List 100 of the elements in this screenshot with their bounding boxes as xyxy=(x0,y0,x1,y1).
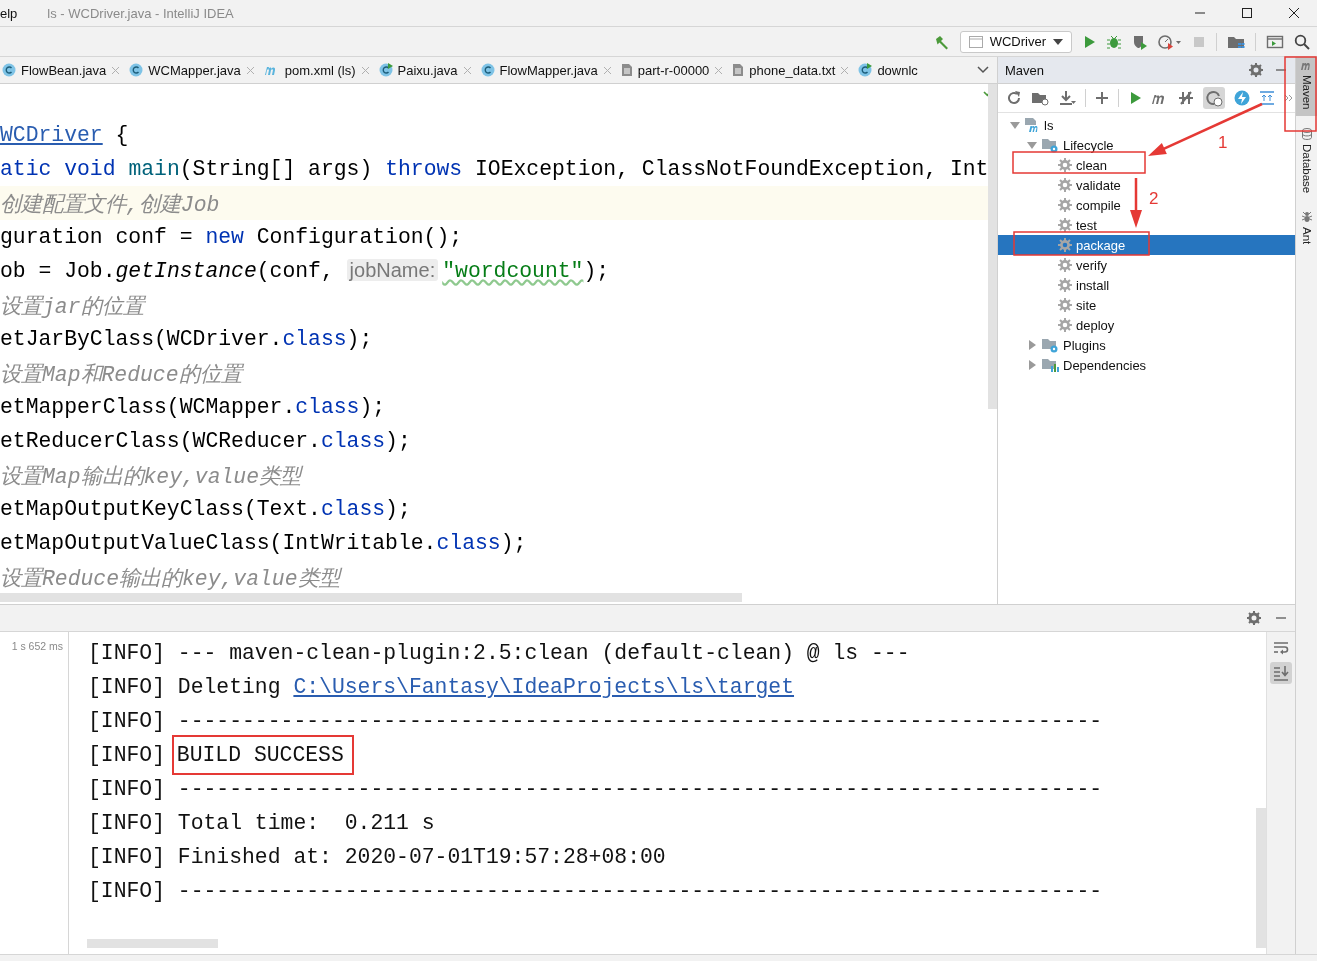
maximize-icon[interactable] xyxy=(1240,7,1253,19)
console-line: [INFO] --- maven-clean-plugin:2.5:clean (default-clean) @ ls --- xyxy=(88,640,910,667)
search-icon[interactable] xyxy=(1294,33,1310,50)
code-line: ob = Job.getInstance(conf, jobName: "wordcount"); xyxy=(0,259,610,283)
window-icon xyxy=(968,35,983,48)
code-line: 设置Map输出的key,value类型 xyxy=(0,463,302,490)
code-line: etJarByClass(WCDriver.class); xyxy=(0,327,373,351)
class-run-icon xyxy=(858,63,873,77)
code-editor[interactable] xyxy=(0,84,997,604)
soft-wrap-icon[interactable] xyxy=(1273,640,1289,656)
scrollbar-thumb[interactable] xyxy=(87,939,218,948)
tree-item[interactable]: ls xyxy=(998,115,1058,135)
code-line: etMapOutputKeyClass(Text.class); xyxy=(0,497,411,521)
scrollbar-thumb[interactable] xyxy=(988,84,997,409)
settings-icon[interactable] xyxy=(1247,611,1261,625)
folder-gear-icon xyxy=(1041,137,1059,153)
window-run-icon[interactable] xyxy=(1266,33,1284,50)
run-icon[interactable] xyxy=(1128,91,1142,105)
editor-tab[interactable]: downlc xyxy=(856,57,925,83)
parameter-hint: jobName: xyxy=(346,259,439,281)
tool-window-tab[interactable]: Database xyxy=(1296,123,1317,199)
refresh-icon[interactable] xyxy=(1006,90,1022,106)
editor-tab[interactable]: FlowBean.java xyxy=(0,57,128,83)
code-line: 设置jar的位置 xyxy=(0,293,144,320)
text-file-icon xyxy=(732,63,745,77)
tree-item[interactable]: package xyxy=(998,235,1295,255)
maven-module-icon xyxy=(1024,117,1040,133)
console-line: [INFO] BUILD SUCCESS xyxy=(88,738,354,772)
text-file-icon xyxy=(620,63,633,77)
editor-tab[interactable]: pom.xml (ls) xyxy=(261,57,377,83)
chevron-right-icon[interactable] xyxy=(1284,93,1294,103)
tree-item[interactable]: compile xyxy=(998,195,1125,215)
gear-icon xyxy=(1058,178,1072,192)
settings-icon[interactable] xyxy=(1249,63,1263,77)
elapsed-time: 1 s 652 ms xyxy=(11,640,64,652)
scroll-to-end-icon[interactable] xyxy=(1270,662,1292,684)
class-icon xyxy=(480,63,495,77)
lightning-icon[interactable] xyxy=(1234,90,1250,106)
editor-tab[interactable]: part-r-00000 xyxy=(618,57,731,83)
menu-item[interactable]: elp xyxy=(0,5,18,21)
offline-mode-icon[interactable] xyxy=(1203,87,1225,109)
code-line: WCDriver { xyxy=(0,123,129,147)
chevron-down-icon[interactable] xyxy=(977,66,989,74)
tree-item[interactable]: test xyxy=(998,215,1101,235)
code-line: etMapOutputValueClass(IntWritable.class); xyxy=(0,531,527,555)
tree-item[interactable]: Plugins xyxy=(998,335,1110,355)
code-line: guration conf = new Configuration(); xyxy=(0,225,463,249)
caret-icon xyxy=(1053,38,1063,45)
folder-refresh-icon[interactable] xyxy=(1031,90,1049,106)
scrollbar-thumb[interactable] xyxy=(0,593,742,602)
collapse-icon[interactable] xyxy=(1259,90,1275,106)
database-icon xyxy=(1301,127,1312,140)
tree-item[interactable]: Lifecycle xyxy=(998,135,1118,155)
scrollbar-thumb[interactable] xyxy=(1256,808,1266,948)
path-link[interactable]: C:\Users\Fantasy\IdeaProjects\ls\target xyxy=(293,675,794,699)
class-name-link[interactable]: WCDriver xyxy=(0,123,103,147)
editor-tab[interactable]: phone_data.txt xyxy=(730,57,857,83)
gear-icon xyxy=(1058,258,1072,272)
tree-item[interactable]: site xyxy=(998,295,1101,315)
skip-tests-icon[interactable] xyxy=(1178,90,1194,106)
console-line: [INFO] Deleting C:\Users\Fantasy\IdeaProjects\ls\target xyxy=(88,674,794,701)
plus-icon[interactable] xyxy=(1095,91,1109,105)
folder-gear-icon xyxy=(1041,337,1059,353)
gear-icon xyxy=(1058,298,1072,312)
tree-item[interactable]: deploy xyxy=(998,315,1119,335)
code-line: atic void main(String[] args) throws IOException, ClassNotFoundException, Int xyxy=(0,157,989,181)
console-line: [INFO] ------------------------------------------------------------------------ xyxy=(88,776,1103,803)
annotation-number: 2 xyxy=(1149,189,1159,209)
download-icon[interactable] xyxy=(1058,90,1076,106)
gear-icon xyxy=(1058,218,1072,232)
console-line: [INFO] Total time: 0.211 s xyxy=(88,810,435,837)
editor-tab[interactable]: WCMapper.java xyxy=(127,57,262,83)
ant-icon xyxy=(1300,210,1313,223)
editor-tab[interactable]: FlowMapper.java xyxy=(478,57,619,83)
code-line: etReducerClass(WCReducer.class); xyxy=(0,429,411,453)
tool-window-tab[interactable]: Ant xyxy=(1296,206,1317,251)
gear-icon xyxy=(1058,158,1072,172)
code-line: etMapperClass(WCMapper.class); xyxy=(0,395,386,419)
debug-icon[interactable] xyxy=(1106,33,1122,50)
arrow xyxy=(1130,178,1142,228)
tree-item[interactable]: verify xyxy=(998,255,1112,275)
gear-icon xyxy=(1058,318,1072,332)
tree-item[interactable]: clean xyxy=(998,155,1112,175)
run-configuration-dropdown[interactable]: WCDriver xyxy=(959,30,1072,53)
class-icon xyxy=(2,63,16,77)
highlighted-text: BUILD SUCCESS xyxy=(171,735,354,775)
tree-item[interactable]: validate xyxy=(998,175,1125,195)
hammer-icon[interactable] xyxy=(933,33,950,50)
window-title: ls - WCDriver.java - IntelliJ IDEA xyxy=(47,5,234,21)
console-line: [INFO] Finished at: 2020-07-01T19:57:28+08:00 xyxy=(88,844,666,871)
class-run-icon xyxy=(378,63,393,77)
gear-icon xyxy=(1058,278,1072,292)
shield-run-icon[interactable] xyxy=(1132,33,1148,50)
folder-chart-icon xyxy=(1041,357,1059,373)
run-icon[interactable] xyxy=(1082,34,1096,49)
tree-item[interactable]: Dependencies xyxy=(998,355,1151,375)
editor-tab[interactable]: Paixu.java xyxy=(376,57,479,83)
close-icon[interactable] xyxy=(1287,7,1300,19)
gauge-run-icon[interactable] xyxy=(1158,33,1182,50)
tree-item[interactable]: install xyxy=(998,275,1114,295)
